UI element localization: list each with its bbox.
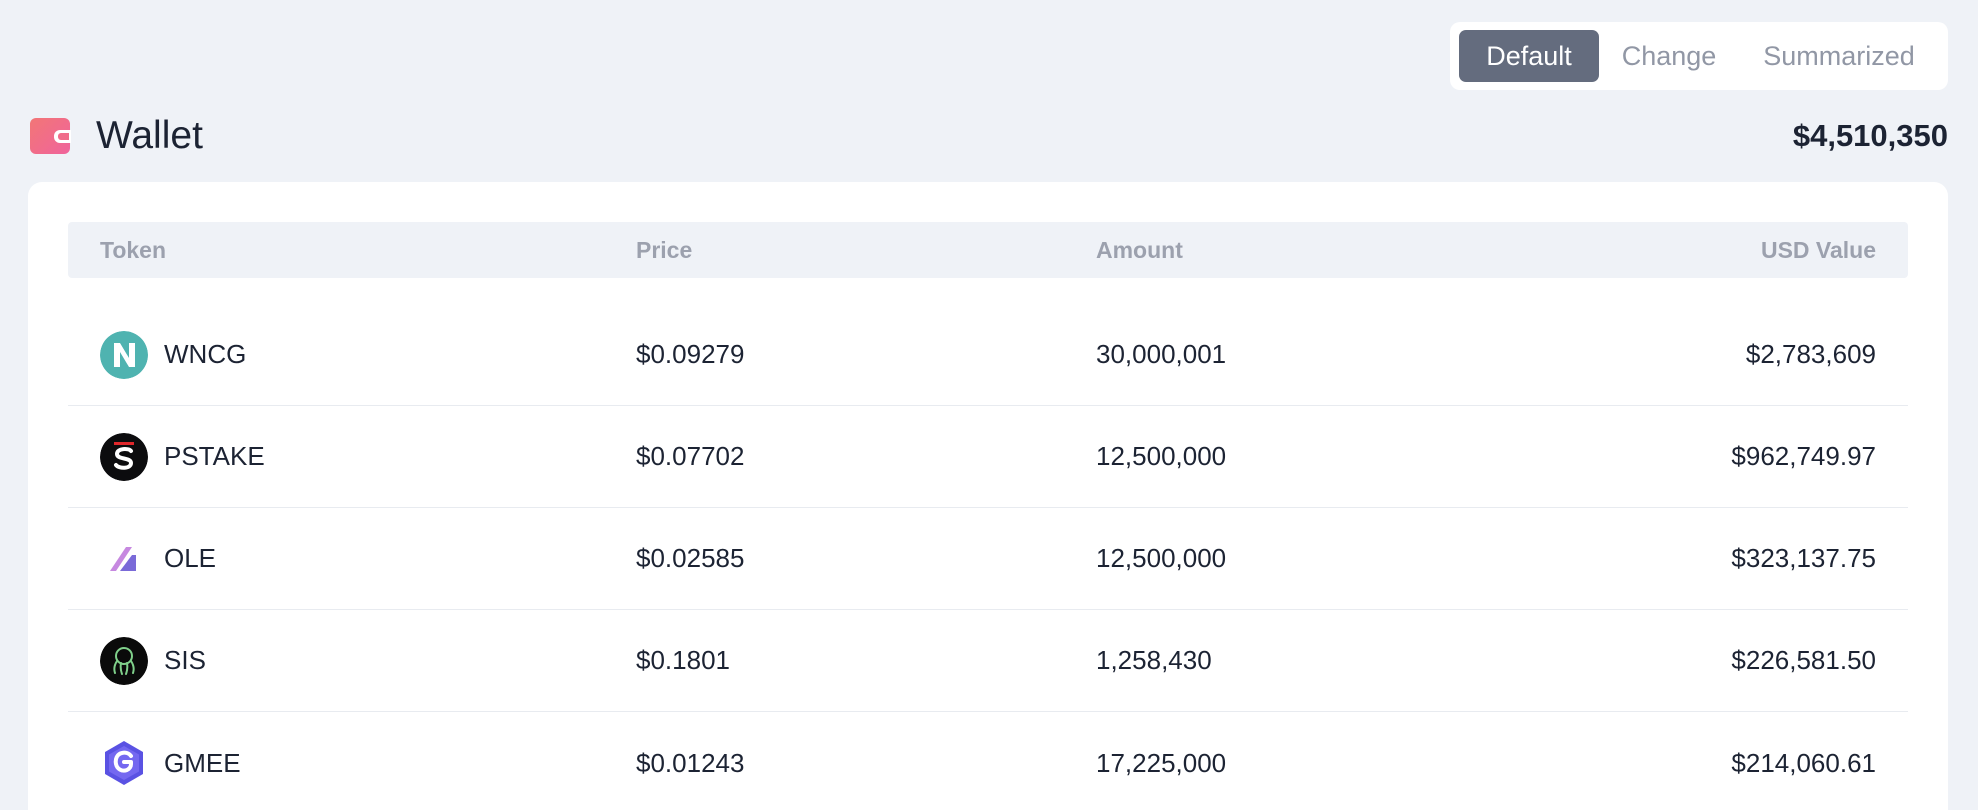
- token-usd-value: $214,060.61: [1731, 747, 1876, 778]
- sis-token-icon: [100, 636, 148, 685]
- gmee-token-icon: [100, 739, 148, 787]
- token-name: GMEE: [164, 747, 241, 778]
- header-token[interactable]: Token: [100, 222, 166, 278]
- token-cell: WNCG: [100, 304, 246, 405]
- view-change-button[interactable]: Change: [1599, 30, 1739, 82]
- token-usd-value: $962,749.97: [1731, 441, 1876, 471]
- token-name: OLE: [164, 543, 217, 573]
- wncg-token-icon: [100, 330, 148, 379]
- header-amount[interactable]: Amount: [1096, 222, 1183, 278]
- table-row[interactable]: SIS $0.1801 1,258,430 $226,581.50: [68, 610, 1908, 712]
- header-price[interactable]: Price: [636, 222, 692, 278]
- token-cell: SIS: [100, 610, 206, 711]
- wallet-title: Wallet: [96, 114, 203, 157]
- token-rows: WNCG $0.09279 30,000,001 $2,783,609 PSTA: [68, 304, 1908, 810]
- wallet-header: Wallet $4,510,350: [30, 108, 1948, 164]
- token-price: $0.07702: [636, 441, 745, 471]
- token-price: $0.1801: [636, 645, 730, 675]
- table-row[interactable]: GMEE $0.01243 17,225,000 $214,060.61: [68, 712, 1908, 810]
- token-amount: 12,500,000: [1096, 543, 1227, 573]
- token-table-card: Token Price Amount USD Value WNCG $0.092…: [28, 182, 1948, 810]
- table-row[interactable]: WNCG $0.09279 30,000,001 $2,783,609: [68, 304, 1908, 406]
- token-price: $0.01243: [636, 747, 745, 778]
- token-amount: 1,258,430: [1096, 645, 1212, 675]
- token-cell: GMEE: [100, 712, 241, 810]
- token-usd-value: $2,783,609: [1745, 339, 1876, 369]
- table-row[interactable]: PSTAKE $0.07702 12,500,000 $962,749.97: [68, 406, 1908, 508]
- header-usd-value[interactable]: USD Value: [1761, 222, 1876, 278]
- token-name: SIS: [164, 645, 206, 675]
- token-usd-value: $226,581.50: [1731, 645, 1876, 675]
- token-usd-value: $323,137.75: [1731, 543, 1876, 573]
- wallet-icon: [30, 118, 71, 154]
- table-header: Token Price Amount USD Value: [68, 222, 1908, 278]
- view-summarized-button[interactable]: Summarized: [1739, 30, 1939, 82]
- token-name: WNCG: [164, 339, 247, 369]
- token-cell: PSTAKE: [100, 406, 265, 507]
- table-row[interactable]: OLE $0.02585 12,500,000 $323,137.75: [68, 508, 1908, 610]
- pstake-token-icon: [100, 432, 148, 481]
- token-amount: 17,225,000: [1096, 747, 1227, 778]
- token-price: $0.02585: [636, 543, 745, 573]
- token-name: PSTAKE: [164, 441, 265, 471]
- token-amount: 12,500,000: [1096, 441, 1227, 471]
- view-switch: Default Change Summarized: [1450, 22, 1948, 90]
- token-price: $0.09279: [636, 339, 745, 369]
- ole-token-icon: [100, 534, 148, 583]
- token-amount: 30,000,001: [1096, 339, 1227, 369]
- token-cell: OLE: [100, 508, 216, 609]
- wallet-page: Default Change Summarized Wallet $4,510,…: [0, 0, 1978, 810]
- view-default-button[interactable]: Default: [1459, 30, 1599, 82]
- wallet-total-value: $4,510,350: [1792, 118, 1948, 153]
